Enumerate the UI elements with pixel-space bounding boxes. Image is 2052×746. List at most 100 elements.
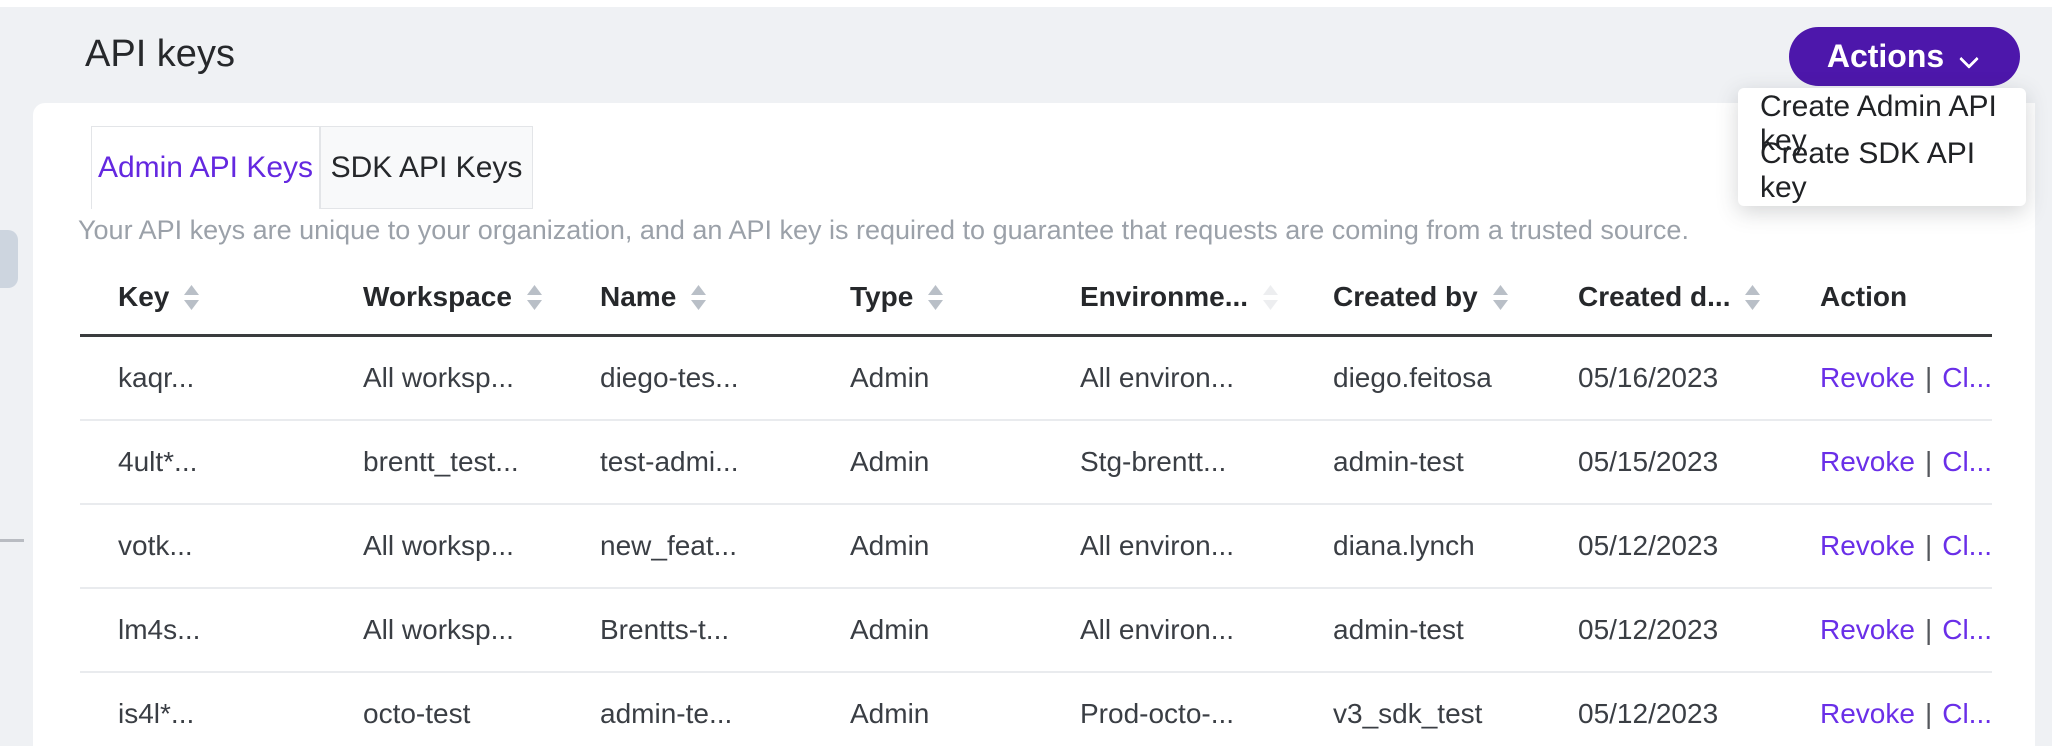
clone-link[interactable]: Cl...	[1942, 446, 1992, 477]
cell-actions: Revoke|Cl...	[1820, 362, 1992, 394]
table-body: kaqr... All worksp... diego-tes... Admin…	[80, 337, 1992, 746]
menu-item-create-sdk-api-key[interactable]: Create SDK API key	[1738, 147, 2026, 194]
cell-type: Admin	[850, 446, 929, 478]
cell-key: votk...	[118, 530, 193, 562]
column-header-workspace-label: Workspace	[363, 281, 512, 313]
column-header-name[interactable]: Name	[600, 281, 708, 313]
sort-icon[interactable]	[525, 284, 544, 311]
page-title: API keys	[85, 33, 235, 76]
actions-button[interactable]: Actions	[1789, 27, 2020, 86]
sort-icon[interactable]	[182, 284, 201, 311]
table-header-row: Key Workspace Name Type Environm	[80, 281, 1992, 323]
column-header-key[interactable]: Key	[118, 281, 201, 313]
drawer-handle[interactable]	[0, 230, 18, 288]
cell-key: is4l*...	[118, 698, 194, 730]
chevron-down-icon	[1960, 50, 1982, 63]
cell-type: Admin	[850, 698, 929, 730]
description-text: Your API keys are unique to your organiz…	[78, 215, 1689, 246]
column-header-key-label: Key	[118, 281, 169, 313]
cell-created-by: admin-test	[1333, 614, 1464, 646]
column-header-created-by[interactable]: Created by	[1333, 281, 1510, 313]
table-row: 4ult*... brentt_test... test-admi... Adm…	[80, 421, 1992, 505]
column-header-created-by-label: Created by	[1333, 281, 1478, 313]
sort-icon[interactable]	[926, 284, 945, 311]
column-header-workspace[interactable]: Workspace	[363, 281, 544, 313]
cell-workspace: octo-test	[363, 698, 470, 730]
actions-dropdown-menu: Create Admin API key Create SDK API key	[1738, 88, 2026, 206]
cell-key: 4ult*...	[118, 446, 197, 478]
api-keys-page: API keys Actions Create Admin API key Cr…	[0, 0, 2052, 746]
table-row: votk... All worksp... new_feat... Admin …	[80, 505, 1992, 589]
cell-key: lm4s...	[118, 614, 200, 646]
cell-workspace: All worksp...	[363, 530, 514, 562]
tab-sdk-api-keys[interactable]: SDK API Keys	[320, 126, 533, 209]
column-header-type[interactable]: Type	[850, 281, 945, 313]
sort-icon[interactable]	[1491, 284, 1510, 311]
clone-link[interactable]: Cl...	[1942, 614, 1992, 645]
action-divider: |	[1915, 530, 1942, 561]
cell-actions: Revoke|Cl...	[1820, 614, 1992, 646]
column-header-type-label: Type	[850, 281, 913, 313]
drawer-divider-line	[0, 539, 24, 542]
revoke-link[interactable]: Revoke	[1820, 530, 1915, 561]
cell-environment: All environ...	[1080, 614, 1234, 646]
column-header-environment-label: Environme...	[1080, 281, 1248, 313]
cell-name: new_feat...	[600, 530, 737, 562]
cell-key: kaqr...	[118, 362, 194, 394]
cell-type: Admin	[850, 530, 929, 562]
sort-icon[interactable]	[1743, 284, 1762, 311]
cell-environment: All environ...	[1080, 530, 1234, 562]
cell-environment: Stg-brentt...	[1080, 446, 1226, 478]
cell-created-date: 05/16/2023	[1578, 362, 1718, 394]
cell-created-date: 05/15/2023	[1578, 446, 1718, 478]
cell-workspace: brentt_test...	[363, 446, 519, 478]
cell-name: diego-tes...	[600, 362, 739, 394]
column-header-name-label: Name	[600, 281, 676, 313]
column-header-environment[interactable]: Environme...	[1080, 281, 1280, 313]
cell-name: Brentts-t...	[600, 614, 729, 646]
tab-admin-api-keys-label: Admin API Keys	[98, 151, 313, 185]
cell-created-by: v3_sdk_test	[1333, 698, 1482, 730]
tab-admin-api-keys[interactable]: Admin API Keys	[91, 126, 320, 209]
content-card: Admin API Keys SDK API Keys Your API key…	[33, 103, 2035, 746]
column-header-action: Action	[1820, 281, 1907, 313]
column-header-action-label: Action	[1820, 281, 1907, 313]
sort-icon[interactable]	[1261, 284, 1280, 311]
cell-type: Admin	[850, 614, 929, 646]
column-header-created-date-label: Created d...	[1578, 281, 1730, 313]
cell-created-by: admin-test	[1333, 446, 1464, 478]
table-row: kaqr... All worksp... diego-tes... Admin…	[80, 337, 1992, 421]
cell-actions: Revoke|Cl...	[1820, 530, 1992, 562]
cell-created-date: 05/12/2023	[1578, 698, 1718, 730]
action-divider: |	[1915, 362, 1942, 393]
cell-workspace: All worksp...	[363, 362, 514, 394]
cell-environment: All environ...	[1080, 362, 1234, 394]
action-divider: |	[1915, 446, 1942, 477]
cell-actions: Revoke|Cl...	[1820, 446, 1992, 478]
clone-link[interactable]: Cl...	[1942, 698, 1992, 729]
tab-sdk-api-keys-label: SDK API Keys	[331, 151, 523, 185]
cell-workspace: All worksp...	[363, 614, 514, 646]
actions-button-label: Actions	[1827, 38, 1944, 75]
action-divider: |	[1915, 698, 1942, 729]
revoke-link[interactable]: Revoke	[1820, 614, 1915, 645]
revoke-link[interactable]: Revoke	[1820, 362, 1915, 393]
cell-actions: Revoke|Cl...	[1820, 698, 1992, 730]
cell-created-date: 05/12/2023	[1578, 530, 1718, 562]
cell-created-by: diego.feitosa	[1333, 362, 1492, 394]
column-header-created-date[interactable]: Created d...	[1578, 281, 1762, 313]
sort-icon[interactable]	[689, 284, 708, 311]
revoke-link[interactable]: Revoke	[1820, 698, 1915, 729]
cell-name: test-admi...	[600, 446, 738, 478]
revoke-link[interactable]: Revoke	[1820, 446, 1915, 477]
table-row: is4l*... octo-test admin-te... Admin Pro…	[80, 673, 1992, 746]
clone-link[interactable]: Cl...	[1942, 530, 1992, 561]
table-row: lm4s... All worksp... Brentts-t... Admin…	[80, 589, 1992, 673]
cell-type: Admin	[850, 362, 929, 394]
clone-link[interactable]: Cl...	[1942, 362, 1992, 393]
cell-created-by: diana.lynch	[1333, 530, 1475, 562]
top-strip	[0, 0, 2052, 7]
cell-environment: Prod-octo-...	[1080, 698, 1234, 730]
cell-created-date: 05/12/2023	[1578, 614, 1718, 646]
cell-name: admin-te...	[600, 698, 732, 730]
